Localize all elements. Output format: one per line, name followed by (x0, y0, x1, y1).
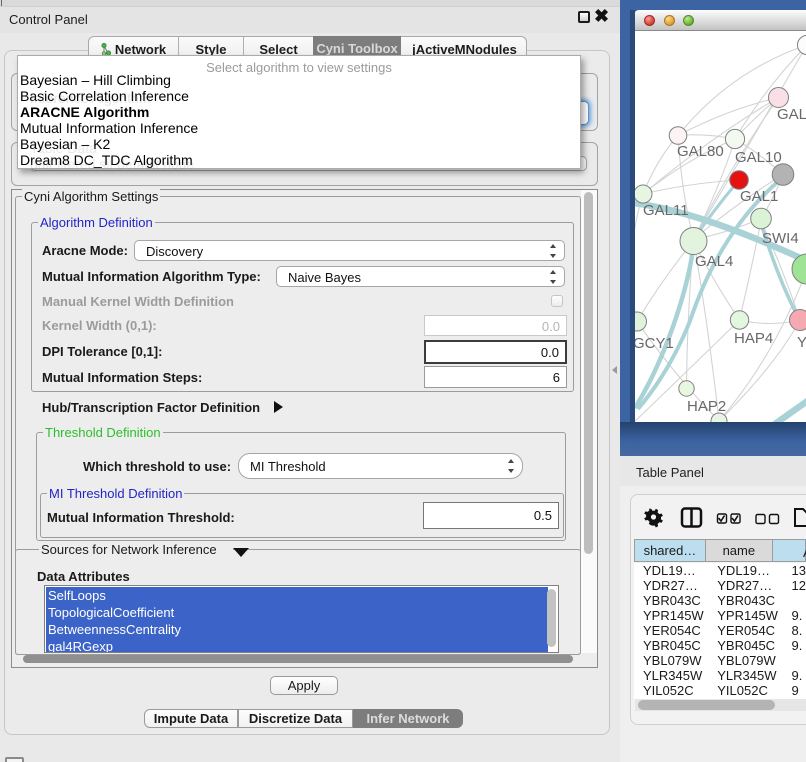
svg-text:GAL4: GAL4 (695, 253, 733, 270)
svg-text:GAL1: GAL1 (740, 188, 778, 205)
svg-text:GAL: GAL (777, 106, 806, 123)
svg-text:HAP4: HAP4 (734, 330, 773, 347)
svg-text:GCY1: GCY1 (635, 335, 674, 352)
svg-text:GAL10: GAL10 (735, 149, 782, 166)
svg-text:GAL11: GAL11 (643, 202, 689, 219)
svg-text:HAP2: HAP2 (687, 398, 726, 415)
svg-text:Y: Y (797, 334, 806, 351)
svg-text:SWI4: SWI4 (762, 230, 799, 247)
svg-text:GAL80: GAL80 (677, 143, 724, 160)
